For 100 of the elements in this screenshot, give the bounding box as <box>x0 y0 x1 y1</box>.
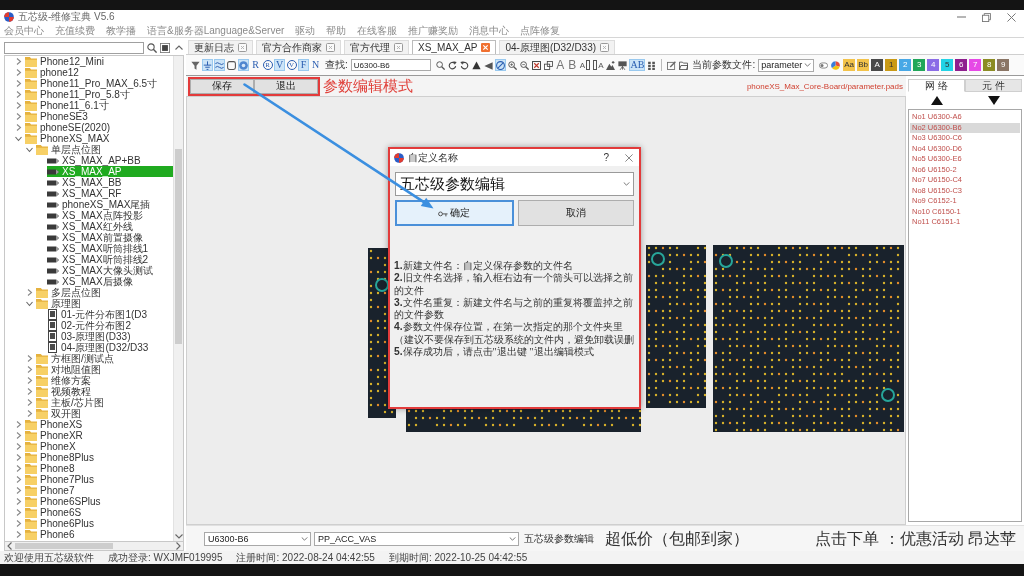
caret-left-icon[interactable] <box>7 542 12 550</box>
tree-item[interactable]: Phone7Plus <box>14 474 173 485</box>
menu-item[interactable]: 充值续费 <box>55 24 95 37</box>
close-icon[interactable] <box>326 43 335 52</box>
chevron-right-icon[interactable] <box>26 388 33 395</box>
tree-item[interactable]: XS_MAX点阵投影 <box>47 210 173 221</box>
triangle-down-icon[interactable] <box>987 96 1000 105</box>
chevron-right-icon[interactable] <box>15 498 22 505</box>
tab[interactable]: 04-原理图(D32/D33) <box>499 40 616 54</box>
tool-button[interactable] <box>470 59 482 71</box>
panel-tab[interactable]: 网 络 <box>908 79 965 92</box>
tool-button[interactable]: A <box>554 59 566 71</box>
chevron-right-icon[interactable] <box>15 487 22 494</box>
tool-button[interactable] <box>458 59 470 71</box>
close-icon[interactable] <box>625 153 633 162</box>
menu-item[interactable]: 点阵修复 <box>520 24 561 37</box>
chevron-right-icon[interactable] <box>15 113 22 120</box>
scrollbar-thumb[interactable] <box>15 543 113 549</box>
caret-down-icon[interactable] <box>174 534 183 539</box>
close-icon[interactable] <box>600 43 610 52</box>
cancel-button[interactable]: 取消 <box>517 200 634 226</box>
tree-item[interactable]: XS_MAX听筒排线1 <box>47 243 173 254</box>
triangle-up-icon[interactable] <box>930 96 943 105</box>
menu-item[interactable]: 会员中心 <box>4 24 44 37</box>
chevron-right-icon[interactable] <box>26 399 33 406</box>
menu-item[interactable]: 帮助 <box>326 24 347 37</box>
tool-button[interactable]: A <box>578 59 592 71</box>
tree-item[interactable]: Phone8Plus <box>14 452 173 463</box>
tree-item[interactable]: Phone11_6.1寸 <box>14 100 173 111</box>
help-button[interactable]: ? <box>603 151 609 164</box>
tree-item[interactable]: Phone11_Pro_5.8寸 <box>14 89 173 100</box>
tree-item[interactable]: XS_MAX_BB <box>47 177 173 188</box>
chevron-right-icon[interactable] <box>15 58 22 65</box>
caret-right-icon[interactable] <box>176 542 181 550</box>
close-icon[interactable] <box>1007 12 1016 22</box>
tool-button[interactable]: B <box>566 59 578 71</box>
tree-item[interactable]: 01-元件分布图1(D3 <box>47 309 173 320</box>
chevron-down-icon[interactable] <box>15 135 22 142</box>
tree-item[interactable]: PhoneXR <box>14 430 173 441</box>
tree-item[interactable]: 原理图 <box>25 298 173 309</box>
color-swatch[interactable]: 8 <box>983 59 996 71</box>
maximize-icon[interactable] <box>982 12 991 22</box>
tree-item[interactable]: XS_MAX听筒排线2 <box>47 254 173 265</box>
tool-button[interactable]: AB <box>629 59 646 71</box>
menu-item[interactable]: 语言&服务器Language&Server <box>147 24 285 37</box>
tool-button[interactable]: R <box>250 59 261 71</box>
menu-item[interactable]: 在线客服 <box>357 24 398 37</box>
tree-item[interactable]: 02-元件分布图2 <box>47 320 173 331</box>
tree-item[interactable]: 单层点位图 <box>25 144 173 155</box>
chevron-right-icon[interactable] <box>15 421 22 428</box>
tool-button[interactable]: F <box>298 59 309 71</box>
exit-button[interactable]: 退出 <box>254 78 318 94</box>
chevron-right-icon[interactable] <box>26 377 33 384</box>
tool-button[interactable] <box>666 59 678 71</box>
color-swatch[interactable]: Bb <box>857 59 870 71</box>
tab[interactable]: XS_MAX_AP <box>412 40 497 54</box>
scrollbar[interactable] <box>4 542 184 551</box>
tool-button[interactable]: N <box>310 59 321 71</box>
parameter-file-dropdown[interactable]: parameter <box>758 58 815 72</box>
tool-button[interactable] <box>226 59 237 71</box>
tree-item[interactable]: Phone6S <box>14 507 173 518</box>
tool-button[interactable] <box>446 59 458 71</box>
net-dropdown[interactable]: PP_ACC_VAS <box>314 531 519 546</box>
tree-item[interactable]: Phone7 <box>14 485 173 496</box>
tree-item[interactable]: XS_MAX后摄像 <box>47 276 173 287</box>
chevron-right-icon[interactable] <box>15 432 22 439</box>
tree-item[interactable]: Phone12_Mini <box>14 56 173 67</box>
tool-button[interactable]: A <box>592 59 605 71</box>
close-icon[interactable] <box>238 43 247 52</box>
tree-item[interactable]: 双开图 <box>25 408 173 419</box>
close-icon[interactable] <box>481 43 491 52</box>
tree-item[interactable]: Phone6SPlus <box>14 496 173 507</box>
tool-button[interactable] <box>190 59 201 71</box>
search-icon[interactable] <box>147 42 157 53</box>
chevron-right-icon[interactable] <box>15 531 22 538</box>
tree-item[interactable]: XS_MAX_RF <box>47 188 173 199</box>
tree-item[interactable]: Phone8 <box>14 463 173 474</box>
square-icon[interactable] <box>160 42 170 53</box>
tree-item[interactable]: XS_MAX_AP+BB <box>47 155 173 166</box>
menu-item[interactable]: 推广赚奖励 <box>408 24 459 37</box>
close-icon[interactable] <box>394 43 403 52</box>
color-swatch[interactable]: 6 <box>955 59 968 71</box>
tree-item[interactable]: XS_MAX大像头测试 <box>47 265 173 276</box>
caret-up-icon[interactable] <box>175 45 183 50</box>
tree-item[interactable]: 视频教程 <box>25 386 173 397</box>
tree-item[interactable]: 多层点位图 <box>25 287 173 298</box>
tool-button[interactable] <box>494 59 506 71</box>
chevron-down-icon[interactable] <box>26 146 33 153</box>
chevron-right-icon[interactable] <box>15 443 22 450</box>
tab[interactable]: 官方代理 <box>344 40 409 54</box>
chevron-right-icon[interactable] <box>15 454 22 461</box>
tab[interactable]: 官方合作商家 <box>256 40 341 54</box>
tool-button[interactable] <box>542 59 554 71</box>
chevron-right-icon[interactable] <box>15 80 22 87</box>
chevron-right-icon[interactable] <box>26 289 33 296</box>
tool-button[interactable] <box>617 59 629 71</box>
tree-item[interactable]: 主板/芯片图 <box>25 397 173 408</box>
tool-button[interactable] <box>530 59 542 71</box>
tree-item[interactable]: PhoneXS_MAX <box>14 133 173 144</box>
menu-item[interactable]: 消息中心 <box>469 24 510 37</box>
